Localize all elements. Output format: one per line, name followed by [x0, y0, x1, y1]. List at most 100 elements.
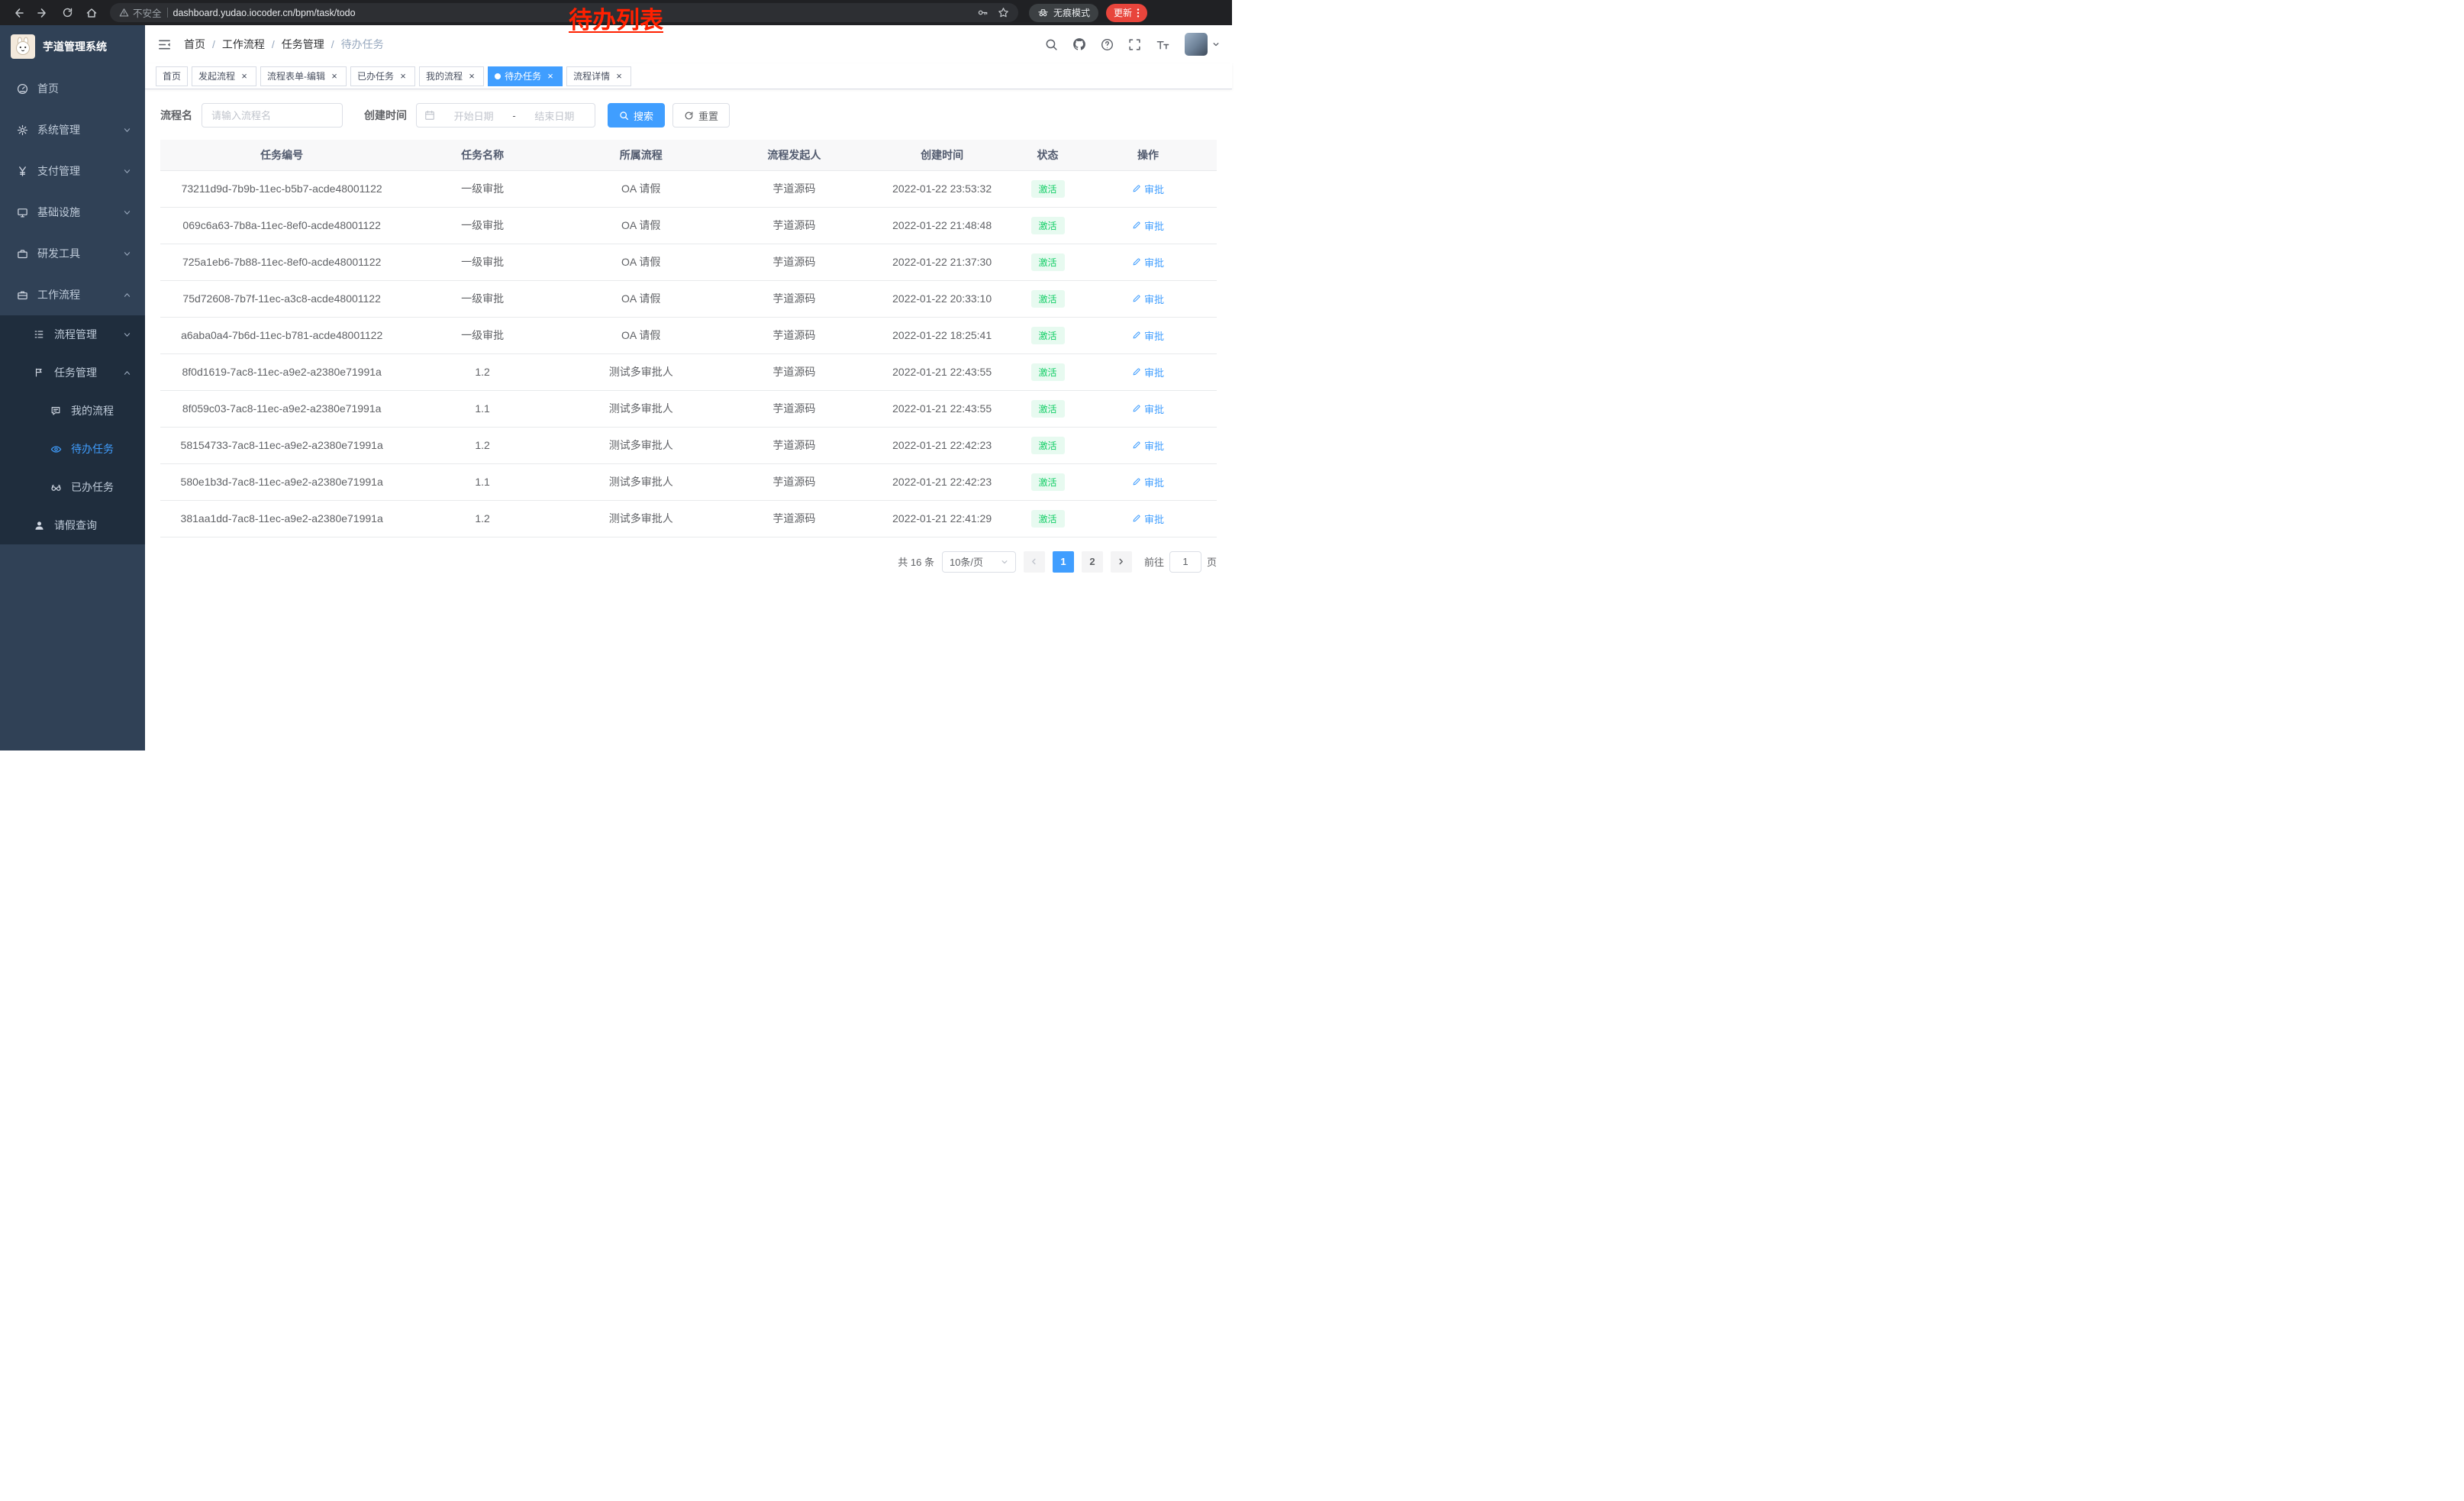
cell-task-id: 73211d9d-7b9b-11ec-b5b7-acde48001122 [160, 170, 403, 207]
cell-created: 2022-01-22 20:33:10 [868, 280, 1016, 317]
avatar[interactable] [1185, 33, 1208, 56]
cell-actions: 审批 [1079, 500, 1217, 537]
warning-icon [119, 8, 129, 18]
sidebar-item-process-management[interactable]: 流程管理 [0, 315, 145, 353]
search-icon[interactable] [1045, 38, 1058, 51]
forward-icon[interactable] [32, 3, 53, 23]
approve-link[interactable]: 审批 [1132, 328, 1164, 343]
tab-process-detail[interactable]: 流程详情 × [566, 66, 631, 86]
chevron-down-icon [123, 208, 131, 217]
cell-process: 测试多审批人 [562, 500, 721, 537]
bookmark-star-icon[interactable] [998, 7, 1009, 18]
tab-process-form-edit[interactable]: 流程表单-编辑 × [260, 66, 347, 86]
start-date-placeholder[interactable]: 开始日期 [441, 108, 506, 123]
chevron-down-icon [1212, 40, 1220, 48]
status-badge: 激活 [1031, 510, 1065, 528]
approve-link[interactable]: 审批 [1132, 182, 1164, 196]
sidebar-collapse-icon[interactable] [157, 37, 172, 52]
reload-icon[interactable] [56, 3, 78, 23]
sidebar-item-done-tasks[interactable]: 已办任务 [0, 468, 145, 506]
tab-start-process[interactable]: 发起流程 × [192, 66, 256, 86]
approve-link[interactable]: 审批 [1132, 402, 1164, 416]
sidebar-item-my-process[interactable]: 我的流程 [0, 392, 145, 430]
breadcrumb-current: 待办任务 [341, 37, 384, 52]
cell-task-id: a6aba0a4-7b6d-11ec-b781-acde48001122 [160, 317, 403, 353]
app-root: 芋道管理系统 首页 系统管理 支付管理 [0, 25, 1232, 750]
process-name-input[interactable] [202, 103, 343, 128]
status-badge: 激活 [1031, 400, 1065, 418]
breadcrumb-home[interactable]: 首页 [184, 37, 205, 52]
chevron-up-icon [123, 369, 131, 377]
key-icon[interactable] [977, 7, 989, 18]
update-label: 更新 [1114, 6, 1132, 19]
edit-icon [1132, 404, 1141, 413]
sidebar-item-label: 基础设施 [37, 205, 80, 220]
update-button[interactable]: 更新 [1106, 4, 1147, 22]
sidebar-item-leave-query[interactable]: 请假查询 [0, 506, 145, 544]
prev-page-button[interactable] [1024, 551, 1045, 573]
close-icon[interactable]: × [398, 71, 408, 82]
sidebar-item-payment[interactable]: 支付管理 [0, 150, 145, 192]
user-menu[interactable] [1185, 33, 1220, 56]
cell-status: 激活 [1016, 280, 1079, 317]
sidebar-item-system[interactable]: 系统管理 [0, 109, 145, 150]
security-warning[interactable]: 不安全 [119, 5, 162, 20]
sidebar: 芋道管理系统 首页 系统管理 支付管理 [0, 25, 145, 750]
page-button-1[interactable]: 1 [1053, 551, 1074, 573]
address-bar[interactable]: 不安全 dashboard.yudao.iocoder.cn/bpm/task/… [110, 3, 1018, 22]
approve-link[interactable]: 审批 [1132, 255, 1164, 270]
page-button-2[interactable]: 2 [1082, 551, 1103, 573]
close-icon[interactable]: × [614, 71, 624, 82]
close-icon[interactable]: × [466, 71, 477, 82]
active-dot [495, 73, 501, 79]
home-icon[interactable] [81, 3, 102, 23]
app-title: 芋道管理系统 [43, 39, 107, 54]
page-size-select[interactable]: 10条/页 [942, 551, 1016, 573]
search-button[interactable]: 搜索 [608, 103, 665, 128]
approve-link[interactable]: 审批 [1132, 512, 1164, 526]
approve-link[interactable]: 审批 [1132, 475, 1164, 489]
cell-status: 激活 [1016, 170, 1079, 207]
status-badge: 激活 [1031, 290, 1065, 308]
approve-link[interactable]: 审批 [1132, 365, 1164, 379]
tab-done-tasks[interactable]: 已办任务 × [350, 66, 415, 86]
tab-home[interactable]: 首页 [156, 66, 188, 86]
url-text[interactable]: dashboard.yudao.iocoder.cn/bpm/task/todo [173, 8, 356, 18]
sidebar-item-infrastructure[interactable]: 基础设施 [0, 192, 145, 233]
breadcrumb-workflow[interactable]: 工作流程 [222, 37, 265, 52]
tab-my-process[interactable]: 我的流程 × [419, 66, 484, 86]
app-logo[interactable]: 芋道管理系统 [0, 25, 145, 68]
sidebar-item-workflow[interactable]: 工作流程 [0, 274, 145, 315]
date-range-picker[interactable]: 开始日期 - 结束日期 [416, 103, 595, 128]
github-icon[interactable] [1072, 37, 1086, 51]
close-icon[interactable]: × [239, 71, 250, 82]
fullscreen-icon[interactable] [1128, 38, 1141, 51]
approve-link[interactable]: 审批 [1132, 292, 1164, 306]
close-icon[interactable]: × [545, 71, 556, 82]
sidebar-item-todo-tasks[interactable]: 待办任务 [0, 430, 145, 468]
cell-initiator: 芋道源码 [721, 463, 869, 500]
back-icon[interactable] [8, 3, 29, 23]
chevron-down-icon [123, 126, 131, 134]
next-page-button[interactable] [1111, 551, 1132, 573]
sidebar-item-label: 我的流程 [71, 403, 114, 418]
goto-unit: 页 [1207, 554, 1217, 569]
process-management-icon [31, 329, 47, 340]
close-icon[interactable]: × [329, 71, 340, 82]
approve-link[interactable]: 审批 [1132, 438, 1164, 453]
sidebar-item-home[interactable]: 首页 [0, 68, 145, 109]
sidebar-item-task-management[interactable]: 任务管理 [0, 353, 145, 392]
font-size-icon[interactable] [1156, 38, 1170, 51]
breadcrumb-task-management[interactable]: 任务管理 [282, 37, 324, 52]
cell-process: OA 请假 [562, 170, 721, 207]
approve-link[interactable]: 审批 [1132, 218, 1164, 233]
sidebar-item-devtools[interactable]: 研发工具 [0, 233, 145, 274]
process-name-label: 流程名 [160, 108, 192, 123]
goto-page-input[interactable] [1169, 551, 1201, 573]
help-icon[interactable] [1101, 38, 1114, 51]
tab-todo-tasks[interactable]: 待办任务 × [488, 66, 563, 86]
table-row: 8f059c03-7ac8-11ec-a9e2-a2380e71991a 1.1… [160, 390, 1217, 427]
end-date-placeholder[interactable]: 结束日期 [522, 108, 587, 123]
cell-task-id: 75d72608-7b7f-11ec-a3c8-acde48001122 [160, 280, 403, 317]
reset-button[interactable]: 重置 [672, 103, 730, 128]
